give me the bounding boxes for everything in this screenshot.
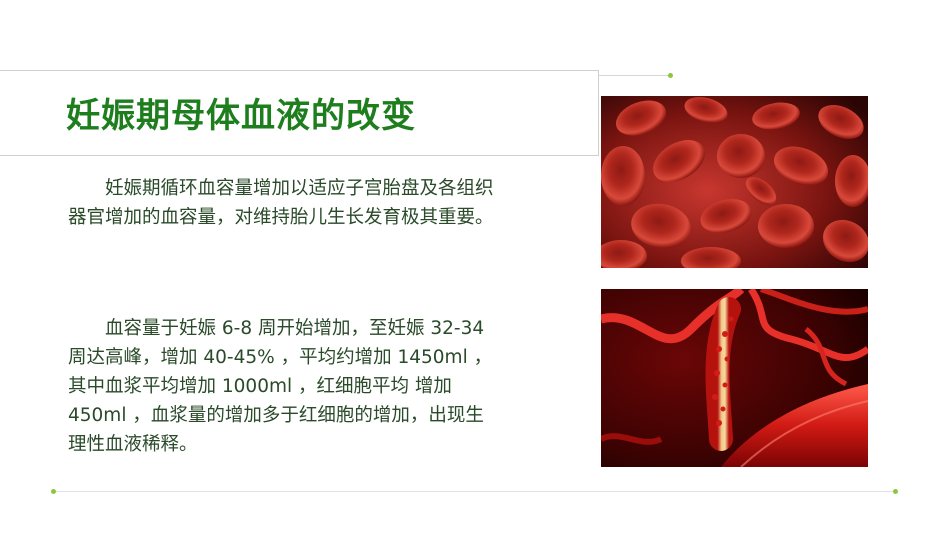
bottom-right-accent-dot: [893, 489, 898, 494]
slide-title: 妊娠期母体血液的改变: [66, 96, 416, 136]
paragraph-blood-volume-intro: 妊娠期循环血容量增加以适应子宫胎盘及各组织器官增加的血容量，对维持胎儿生长发育极…: [68, 178, 494, 228]
paragraph-blood-volume-details: 血容量于妊娠 6-8 周开始增加，至妊娠 32-34 周达高峰，增加 40-45…: [68, 318, 493, 455]
blood-vessel-image: [601, 289, 868, 467]
top-divider-line: [598, 75, 670, 76]
bottom-divider-line: [54, 491, 896, 492]
top-accent-dot: [668, 73, 673, 78]
bottom-left-accent-dot: [51, 489, 56, 494]
red-blood-cells-image: [601, 96, 868, 268]
